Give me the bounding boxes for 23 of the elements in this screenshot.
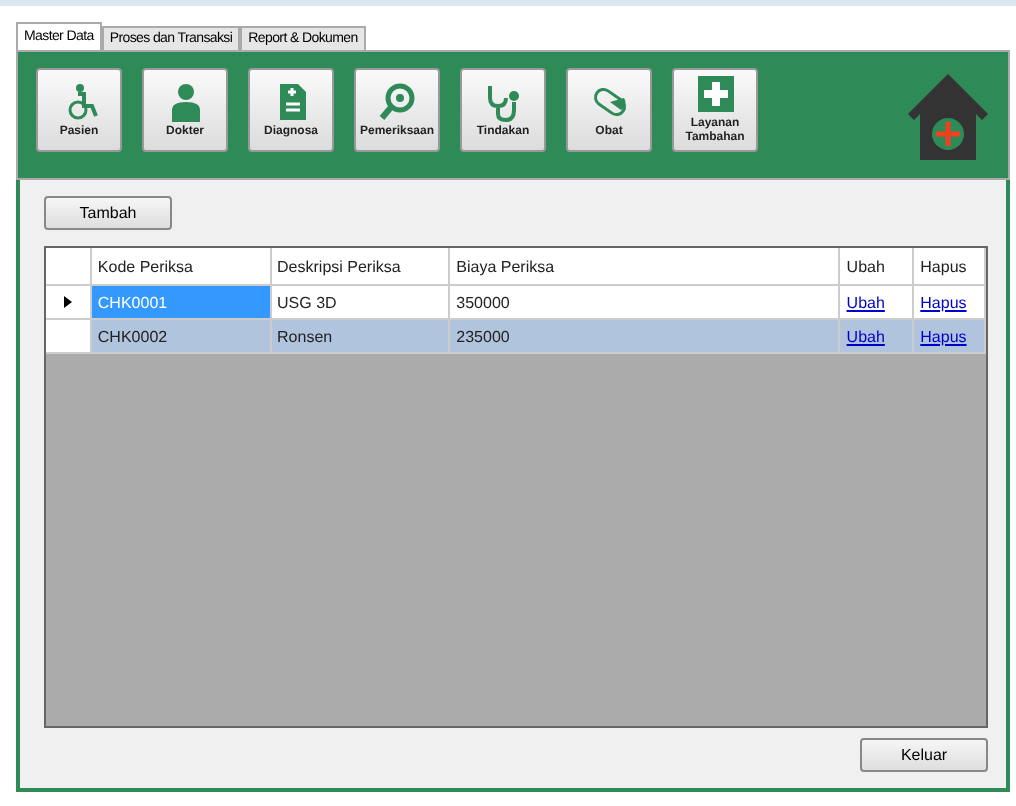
table-cell: USG 3D: [271, 286, 451, 318]
column-header[interactable]: Deskripsi Periksa: [271, 248, 451, 284]
stethoscope-icon: [483, 81, 523, 122]
add-button[interactable]: Tambah: [44, 196, 172, 230]
edit-link[interactable]: Ubah: [846, 327, 885, 345]
table-cell: CHK0002: [91, 320, 272, 352]
magnifier-icon: [377, 81, 417, 122]
row-header-cell[interactable]: [46, 320, 92, 352]
column-header[interactable]: Biaya Periksa: [450, 248, 841, 284]
table-cell: 350000: [450, 286, 841, 318]
delete-link[interactable]: Hapus: [920, 327, 967, 345]
exit-button[interactable]: Keluar: [860, 738, 988, 772]
edit-link[interactable]: Ubah: [846, 293, 885, 311]
house-icon: [904, 69, 992, 161]
row-pointer-icon: [63, 296, 72, 308]
column-header[interactable]: Ubah: [840, 248, 915, 284]
column-header[interactable]: Kode Periksa: [91, 248, 272, 284]
delete-link[interactable]: Hapus: [920, 293, 967, 311]
column-header[interactable]: Hapus: [914, 248, 987, 284]
table-cell: CHK0001: [91, 286, 272, 318]
plus-icon: [695, 74, 735, 115]
table-cell: 235000: [450, 320, 841, 352]
table-cell: Ronsen: [271, 320, 451, 352]
